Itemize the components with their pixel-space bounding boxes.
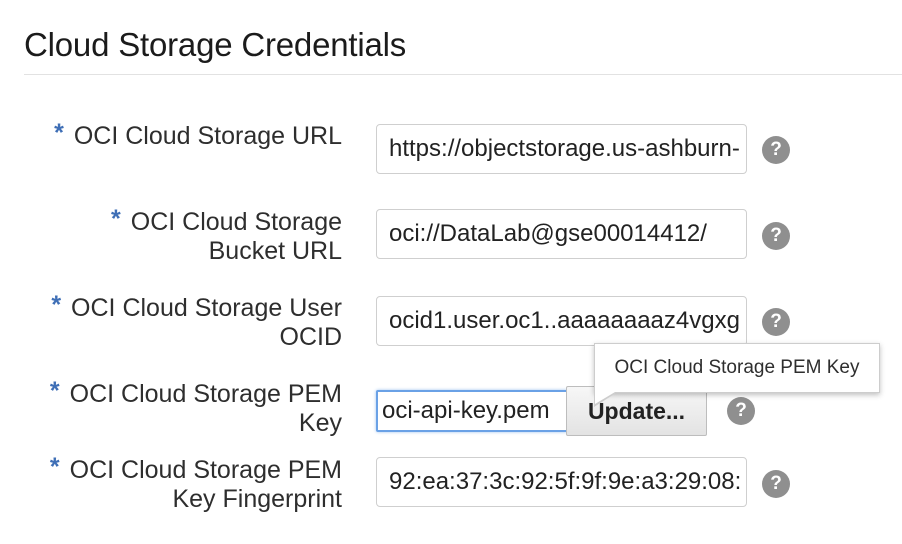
field-label-pem-fingerprint: * OCI Cloud Storage PEM Key Fingerprint	[20, 453, 342, 514]
user-ocid-input[interactable]: ocid1.user.oc1..aaaaaaaaz4vgxg	[376, 296, 747, 346]
section-title: Cloud Storage Credentials	[24, 26, 407, 63]
help-icon[interactable]: ?	[762, 222, 790, 250]
section-divider	[24, 74, 902, 75]
required-icon: *	[49, 377, 60, 405]
label-text: OCI Cloud Storage User	[71, 294, 342, 322]
field-label-storage-url: * OCI Cloud Storage URL	[20, 119, 342, 151]
label-text: Bucket URL	[208, 237, 342, 265]
required-icon: *	[54, 119, 64, 147]
bucket-url-input[interactable]: oci://DataLab@gse00014412/	[376, 209, 747, 259]
help-icon[interactable]: ?	[762, 470, 790, 498]
pem-key-file-input[interactable]: oci-api-key.pem	[376, 390, 568, 432]
required-icon: *	[111, 205, 121, 233]
help-icon[interactable]: ?	[762, 136, 790, 164]
storage-url-input[interactable]: https://objectstorage.us-ashburn-	[376, 124, 747, 174]
label-text: OCID	[279, 323, 343, 351]
label-text: Key Fingerprint	[172, 485, 342, 513]
pem-fingerprint-input[interactable]: 92:ea:37:3c:92:5f:9f:9e:a3:29:08:	[376, 457, 747, 507]
help-icon[interactable]: ?	[762, 308, 790, 336]
field-label-pem-key: * OCI Cloud Storage PEM Key	[20, 377, 342, 438]
label-text: OCI Cloud Storage PEM	[69, 456, 342, 484]
tooltip: OCI Cloud Storage PEM Key	[594, 343, 880, 407]
help-icon[interactable]: ?	[727, 397, 755, 425]
label-text: OCI Cloud Storage URL	[73, 122, 342, 150]
label-text: Key	[298, 409, 342, 437]
label-text: OCI Cloud Storage	[130, 208, 342, 236]
field-label-user-ocid: * OCI Cloud Storage User OCID	[20, 291, 343, 352]
field-label-bucket-url: * OCI Cloud Storage Bucket URL	[20, 205, 342, 266]
label-text: OCI Cloud Storage PEM	[69, 380, 342, 408]
update-pem-key-button[interactable]: Update...	[566, 386, 707, 436]
required-icon: *	[51, 291, 62, 319]
required-icon: *	[49, 453, 60, 481]
